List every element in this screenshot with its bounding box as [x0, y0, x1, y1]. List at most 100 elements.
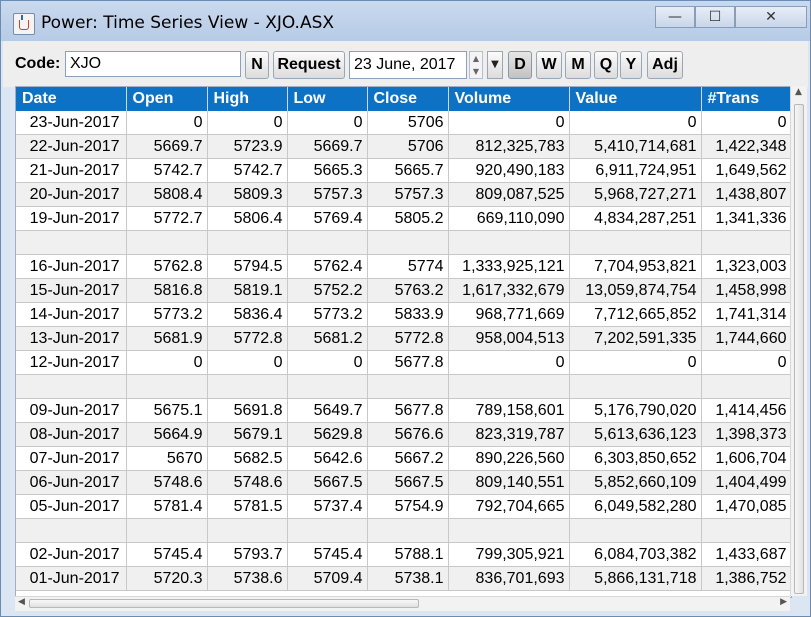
cell-value[interactable]: 4,834,287,251	[569, 206, 702, 231]
date-dropdown-button[interactable]: ▼	[487, 51, 503, 79]
cell-date[interactable]: 14-Jun-2017	[16, 302, 127, 327]
cell-open[interactable]: 0	[126, 350, 208, 375]
cell-low[interactable]: 5757.3	[287, 182, 368, 207]
cell-volume[interactable]: 792,704,665	[448, 494, 570, 519]
cell-volume[interactable]: 789,158,601	[448, 398, 570, 423]
period-monthly-button[interactable]: M	[565, 51, 591, 79]
cell-low[interactable]	[287, 518, 368, 543]
cell-volume[interactable]: 1,617,332,679	[448, 278, 570, 303]
cell-value[interactable]: 6,911,724,951	[569, 158, 702, 183]
column-header-trans[interactable]: #Trans	[701, 87, 791, 111]
cell-close[interactable]: 5772.8	[367, 326, 449, 351]
cell-trans[interactable]: 1,404,499	[701, 470, 791, 495]
cell-low[interactable]: 5649.7	[287, 398, 368, 423]
cell-low[interactable]: 5773.2	[287, 302, 368, 327]
cell-open[interactable]: 5745.4	[126, 542, 208, 567]
cell-open[interactable]: 5808.4	[126, 182, 208, 207]
cell-value[interactable]: 0	[569, 111, 702, 135]
cell-volume[interactable]: 0	[448, 111, 570, 135]
cell-open[interactable]: 5675.1	[126, 398, 208, 423]
cell-low[interactable]: 5667.5	[287, 470, 368, 495]
column-header-date[interactable]: Date	[16, 87, 127, 111]
table-row[interactable]: 09-Jun-2017 5675.1 5691.8 5649.7 5677.8 789,1…	[16, 398, 791, 423]
cell-high[interactable]: 5723.9	[207, 134, 288, 159]
cell-low[interactable]: 0	[287, 350, 368, 375]
vertical-scrollbar[interactable]: ▲	[790, 86, 807, 596]
n-button[interactable]: N	[245, 51, 269, 79]
cell-close[interactable]: 5738.1	[367, 566, 449, 591]
cell-close[interactable]: 5667.5	[367, 470, 449, 495]
table-row[interactable]: 14-Jun-2017 5773.2 5836.4 5773.2 5833.9 968,7…	[16, 302, 791, 327]
cell-trans[interactable]: 1,744,660	[701, 326, 791, 351]
cell-close[interactable]	[367, 518, 449, 543]
cell-trans[interactable]: 1,414,456	[701, 398, 791, 423]
cell-date[interactable]	[16, 374, 127, 399]
cell-close[interactable]	[367, 374, 449, 399]
cell-high[interactable]: 5836.4	[207, 302, 288, 327]
cell-volume[interactable]: 1,333,925,121	[448, 254, 570, 279]
maximize-button[interactable]: ☐	[695, 6, 735, 28]
code-input[interactable]: XJO	[65, 51, 241, 77]
cell-date[interactable]: 02-Jun-2017	[16, 542, 127, 567]
cell-date[interactable]: 22-Jun-2017	[16, 134, 127, 159]
cell-high[interactable]: 5679.1	[207, 422, 288, 447]
period-weekly-button[interactable]: W	[536, 51, 562, 79]
cell-date[interactable]: 20-Jun-2017	[16, 182, 127, 207]
cell-trans[interactable]: 1,323,003	[701, 254, 791, 279]
column-header-volume[interactable]: Volume	[448, 87, 570, 111]
scroll-up-icon[interactable]: ▲	[793, 87, 804, 101]
cell-value[interactable]: 13,059,874,754	[569, 278, 702, 303]
table-row[interactable]: 05-Jun-2017 5781.4 5781.5 5737.4 5754.9 792,7…	[16, 494, 791, 519]
cell-high[interactable]: 5819.1	[207, 278, 288, 303]
cell-low[interactable]: 5737.4	[287, 494, 368, 519]
cell-volume[interactable]: 836,701,693	[448, 566, 570, 591]
cell-value[interactable]: 7,704,953,821	[569, 254, 702, 279]
cell-high[interactable]	[207, 374, 288, 399]
table-row[interactable]: 08-Jun-2017 5664.9 5679.1 5629.8 5676.6 823,3…	[16, 422, 791, 447]
table-row[interactable]: 19-Jun-2017 5772.7 5806.4 5769.4 5805.2 669,1…	[16, 206, 791, 231]
table-row[interactable]	[16, 374, 791, 399]
close-button[interactable]: ✕	[735, 6, 807, 28]
cell-close[interactable]: 5706	[367, 111, 449, 135]
date-input[interactable]: 23 June, 2017	[349, 51, 467, 79]
cell-open[interactable]: 5772.7	[126, 206, 208, 231]
column-header-low[interactable]: Low	[287, 87, 368, 111]
cell-value[interactable]: 5,968,727,271	[569, 182, 702, 207]
cell-volume[interactable]: 920,490,183	[448, 158, 570, 183]
cell-trans[interactable]: 1,398,373	[701, 422, 791, 447]
cell-volume[interactable]: 823,319,787	[448, 422, 570, 447]
cell-close[interactable]: 5706	[367, 134, 449, 159]
cell-low[interactable]: 5642.6	[287, 446, 368, 471]
cell-low[interactable]: 5665.3	[287, 158, 368, 183]
cell-low[interactable]: 5681.2	[287, 326, 368, 351]
cell-volume[interactable]: 958,004,513	[448, 326, 570, 351]
cell-open[interactable]: 5781.4	[126, 494, 208, 519]
cell-volume[interactable]: 0	[448, 350, 570, 375]
cell-value[interactable]: 5,176,790,020	[569, 398, 702, 423]
table-row[interactable]	[16, 230, 791, 255]
cell-close[interactable]: 5667.2	[367, 446, 449, 471]
table-row[interactable]: 21-Jun-2017 5742.7 5742.7 5665.3 5665.7 920,4…	[16, 158, 791, 183]
table-row[interactable]: 13-Jun-2017 5681.9 5772.8 5681.2 5772.8 958,0…	[16, 326, 791, 351]
column-header-high[interactable]: High	[207, 87, 288, 111]
cell-trans[interactable]	[701, 230, 791, 255]
table-row[interactable]: 12-Jun-2017 0 0 0 5677.8 0 0 0	[16, 350, 791, 375]
cell-trans[interactable]: 1,433,687	[701, 542, 791, 567]
cell-open[interactable]	[126, 518, 208, 543]
cell-date[interactable]: 19-Jun-2017	[16, 206, 127, 231]
column-header-value[interactable]: Value	[569, 87, 702, 111]
cell-close[interactable]: 5677.8	[367, 398, 449, 423]
cell-high[interactable]	[207, 230, 288, 255]
cell-high[interactable]	[207, 518, 288, 543]
cell-open[interactable]	[126, 374, 208, 399]
cell-low[interactable]	[287, 374, 368, 399]
cell-date[interactable]: 08-Jun-2017	[16, 422, 127, 447]
cell-trans[interactable]	[701, 518, 791, 543]
cell-high[interactable]: 5772.8	[207, 326, 288, 351]
cell-high[interactable]: 5748.6	[207, 470, 288, 495]
cell-close[interactable]: 5805.2	[367, 206, 449, 231]
cell-high[interactable]: 0	[207, 350, 288, 375]
cell-open[interactable]: 5773.2	[126, 302, 208, 327]
cell-date[interactable]: 05-Jun-2017	[16, 494, 127, 519]
cell-close[interactable]: 5665.7	[367, 158, 449, 183]
